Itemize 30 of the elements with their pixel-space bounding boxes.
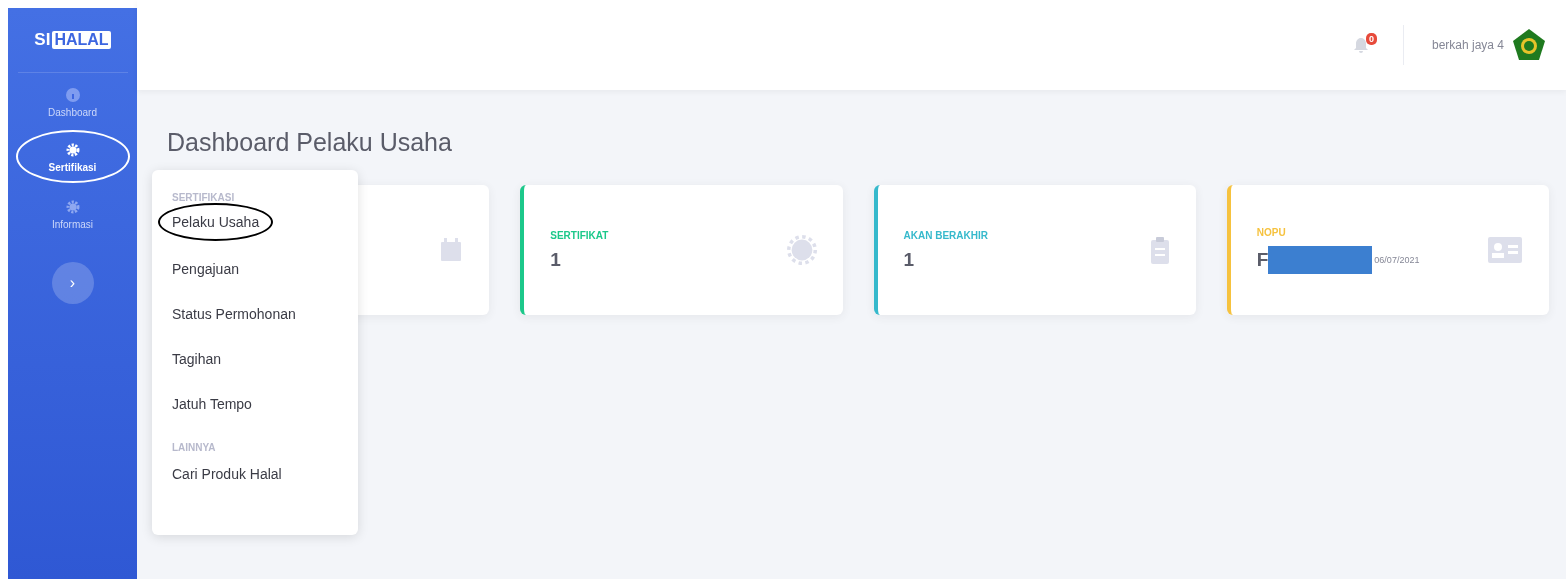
menu-heading: SERTIFIKASI bbox=[171, 191, 236, 205]
info-icon bbox=[64, 87, 81, 103]
clipboard-icon bbox=[1149, 235, 1170, 265]
card-label: AKAN BERAKHIR bbox=[903, 229, 988, 241]
bell-icon bbox=[1352, 37, 1369, 53]
expand-button[interactable]: › bbox=[51, 262, 94, 304]
notification-badge: 0 bbox=[1365, 33, 1377, 45]
logo-text: SI bbox=[34, 30, 51, 50]
card-date: 06/07/2021 bbox=[1374, 254, 1420, 265]
menu-item[interactable]: Pelaku Usaha bbox=[158, 203, 274, 241]
menu-item[interactable]: Status Permohonan bbox=[158, 291, 310, 336]
emblem-icon bbox=[1512, 28, 1546, 62]
menu-item[interactable]: Pengajuan bbox=[158, 246, 253, 291]
card-value: 1 bbox=[903, 248, 915, 271]
sidebar-item[interactable]: Sertifikasi bbox=[15, 130, 130, 183]
menu-item[interactable]: Jatuh Tempo bbox=[158, 381, 266, 426]
menu-item[interactable]: Tagihan bbox=[158, 336, 236, 381]
gear-icon bbox=[64, 199, 81, 215]
card-label: SERTIFIKAT bbox=[550, 229, 609, 241]
card-label: NOPU bbox=[1256, 226, 1287, 238]
logo-text: HALAL bbox=[52, 31, 111, 49]
gear-icon bbox=[64, 142, 81, 158]
user-name[interactable]: berkah jaya 4 bbox=[1431, 38, 1504, 52]
id-card-icon bbox=[1487, 236, 1523, 264]
card-value: F bbox=[1256, 248, 1269, 271]
gear-icon bbox=[786, 235, 817, 265]
page-title: Dashboard Pelaku Usaha bbox=[167, 128, 453, 157]
sidebar-item[interactable]: Informasi bbox=[17, 185, 128, 240]
calendar-icon bbox=[439, 237, 464, 263]
card-value: 1 bbox=[550, 248, 561, 271]
